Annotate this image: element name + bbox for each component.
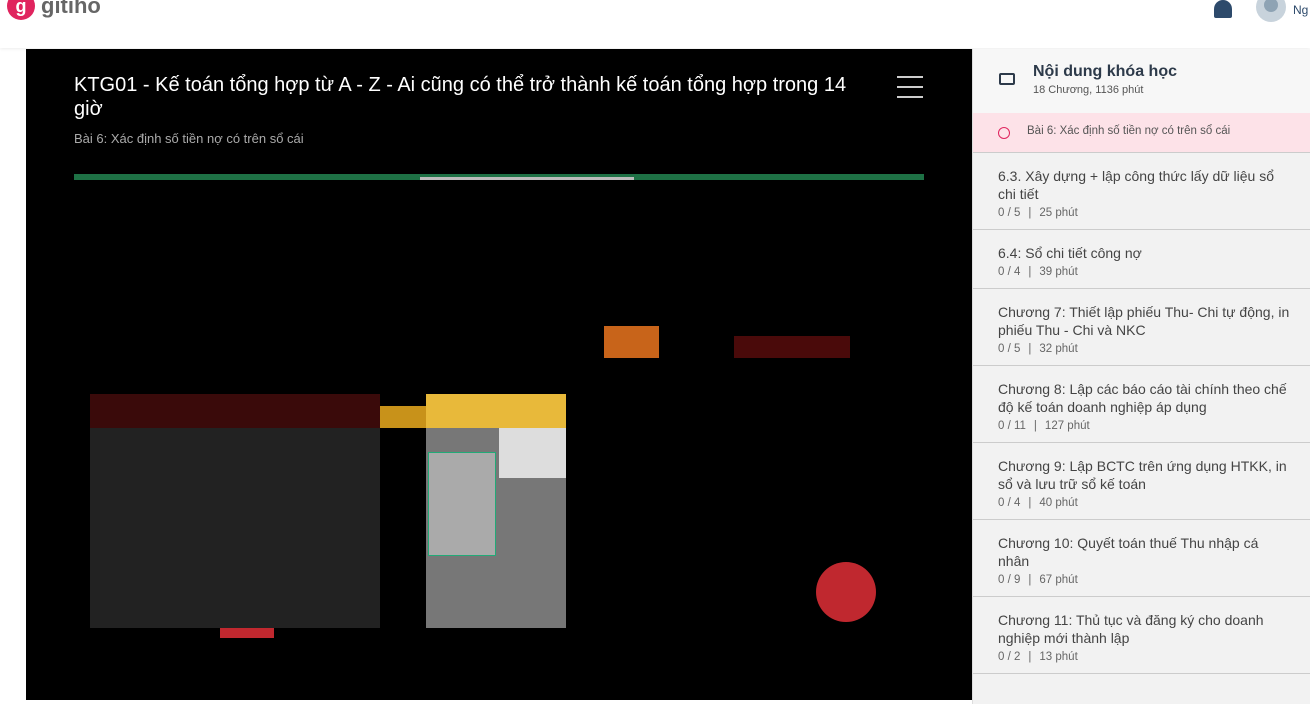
chapter-duration: 127 phút [1044,420,1090,432]
excel-button [734,336,850,358]
video-screen-icon [999,73,1015,85]
chapter-title: Chương 10: Quyết toán thuế Thu nhập cá n… [998,535,1259,569]
excel-sheet-tab [220,628,274,638]
chapter-duration: 32 phút [1039,343,1078,355]
separator: | [1028,343,1032,355]
logo-text: gitiho [41,0,101,18]
chapter-progress: 0 / 2 [998,651,1021,663]
separator: | [1028,497,1032,509]
chapter-meta: 0 / 4 | 40 phút [998,497,1290,509]
excel-cells [499,428,566,478]
chapter-progress: 0 / 4 [998,266,1021,278]
course-sidebar: Nội dung khóa học 18 Chương, 1136 phút B… [972,49,1310,704]
excel-search [420,177,634,180]
excel-selection [428,452,496,556]
bell-icon[interactable] [1214,0,1232,18]
chapter-item[interactable]: Chương 9: Lập BCTC trên ứng dụng HTKK, i… [973,443,1310,520]
chapter-title: 6.3. Xây dựng + lập công thức lấy dữ liệ… [998,168,1275,202]
video-player[interactable]: KTG01 - Kế toán tổng hợp từ A - Z - Ai c… [26,49,972,700]
top-bar: g gitiho Ng [0,0,1310,48]
chapter-item[interactable]: Chương 11: Thủ tục và đăng ký cho doanh … [973,597,1310,674]
chapter-meta: 0 / 9 | 67 phút [998,574,1290,586]
separator: | [1033,420,1037,432]
chapter-item[interactable]: Chương 8: Lập các báo cáo tài chính theo… [973,366,1310,443]
chapter-meta: 0 / 11 | 127 phút [998,420,1290,432]
logo[interactable]: g gitiho [7,0,101,20]
chapter-progress: 0 / 5 [998,343,1021,355]
excel-button [604,326,659,358]
sidebar-summary: 18 Chương, 1136 phút [1033,84,1144,96]
lesson-title: Bài 6: Xác định số tiền nợ có trên sổ cá… [74,131,304,146]
current-lesson[interactable]: Bài 6: Xác định số tiền nợ có trên sổ cá… [973,113,1310,153]
excel-grid [90,428,380,628]
excel-cell [380,406,426,428]
chapter-progress: 0 / 9 [998,574,1021,586]
gitiho-logo-icon: g [7,0,35,20]
chapter-title: Chương 9: Lập BCTC trên ứng dụng HTKK, i… [998,458,1287,492]
chapter-duration: 40 phút [1039,497,1078,509]
video-frame[interactable] [74,174,924,654]
chapter-meta: 0 / 2 | 13 phút [998,651,1290,663]
watermark-logo [816,562,876,622]
chapter-title: Chương 7: Thiết lập phiếu Thu- Chi tự độ… [998,304,1290,338]
chapter-duration: 39 phút [1039,266,1078,278]
username[interactable]: Ng [1293,3,1308,17]
sidebar-header: Nội dung khóa học 18 Chương, 1136 phút [973,49,1310,113]
chapter-progress: 0 / 5 [998,207,1021,219]
separator: | [1028,574,1032,586]
chapter-item[interactable]: 6.4: Sổ chi tiết công nợ 0 / 4 | 39 phút [973,230,1310,289]
chapter-title: 6.4: Sổ chi tiết công nợ [998,245,1142,261]
play-circle-icon [998,127,1010,139]
chapter-meta: 0 / 5 | 32 phút [998,343,1290,355]
excel-highlight-header [426,394,566,428]
chapter-duration: 25 phút [1039,207,1078,219]
chapter-title: Chương 11: Thủ tục và đăng ký cho doanh … [998,612,1264,646]
chapter-item[interactable]: 6.3. Xây dựng + lập công thức lấy dữ liệ… [973,153,1310,230]
chapter-item[interactable]: Chương 10: Quyết toán thuế Thu nhập cá n… [973,520,1310,597]
menu-icon[interactable] [897,76,923,106]
excel-header-row [90,394,380,428]
separator: | [1028,651,1032,663]
chapter-item[interactable]: Chương 7: Thiết lập phiếu Thu- Chi tự độ… [973,289,1310,366]
chapter-meta: 0 / 4 | 39 phút [998,266,1290,278]
sidebar-title: Nội dung khóa học [1033,63,1177,80]
separator: | [1028,207,1032,219]
chapter-progress: 0 / 4 [998,497,1021,509]
course-title: KTG01 - Kế toán tổng hợp từ A - Z - Ai c… [74,74,847,120]
chapter-title: Chương 8: Lập các báo cáo tài chính theo… [998,381,1287,415]
separator: | [1028,266,1032,278]
chapter-duration: 67 phút [1039,574,1078,586]
current-lesson-label: Bài 6: Xác định số tiền nợ có trên sổ cá… [1027,125,1231,137]
chapter-duration: 13 phút [1039,651,1078,663]
chapter-progress: 0 / 11 [998,420,1026,432]
chapter-meta: 0 / 5 | 25 phút [998,207,1290,219]
avatar[interactable] [1256,0,1286,22]
